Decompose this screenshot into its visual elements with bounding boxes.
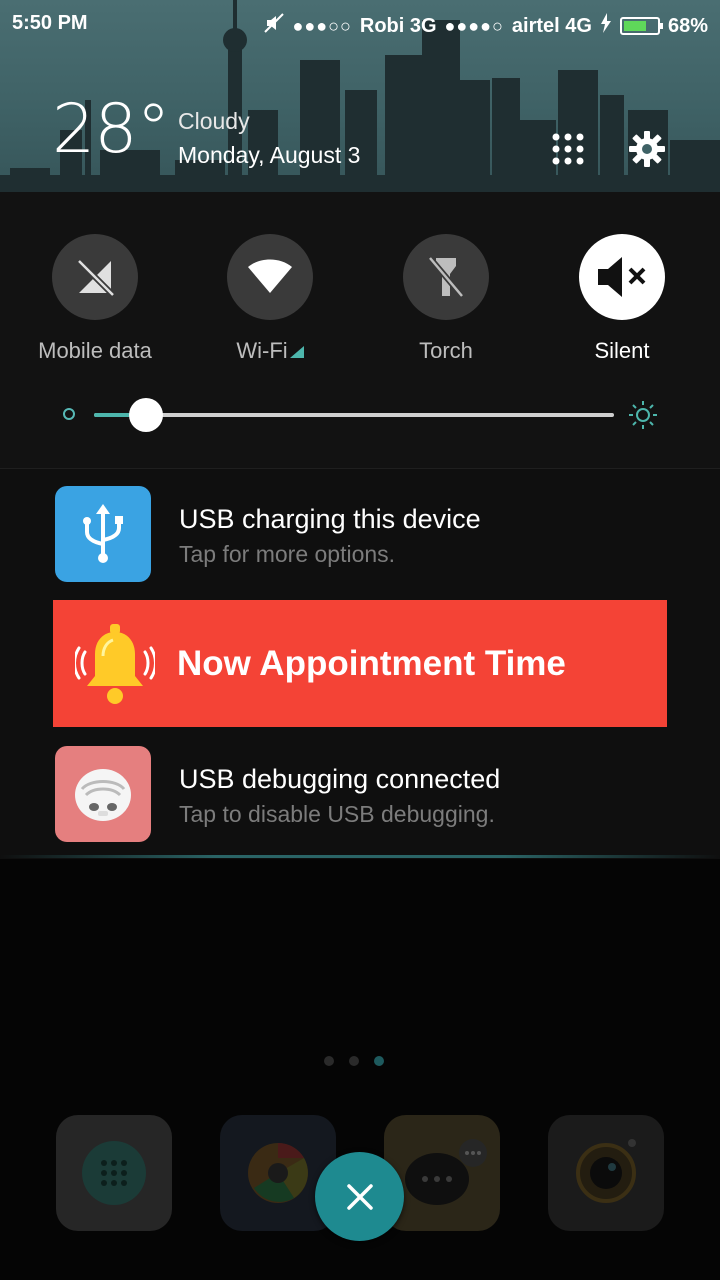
notification-list: USB charging this device Tap for more op… <box>0 468 720 859</box>
temperature: 28° <box>52 90 171 169</box>
battery-icon <box>619 17 663 35</box>
notification-title: USB debugging connected <box>179 764 501 794</box>
tile-wifi[interactable]: Wi-Fi <box>182 234 358 374</box>
tile-label: Wi-Fi <box>236 338 288 363</box>
date-label: Monday, August 3 <box>178 142 361 168</box>
usb-app-icon <box>55 486 151 582</box>
dock-camera[interactable] <box>548 1115 664 1231</box>
notification-subtitle: Tap to disable USB debugging. <box>179 801 495 827</box>
tile-silent[interactable]: Silent <box>534 234 710 374</box>
brightness-low-icon <box>63 408 75 420</box>
messages-icon <box>405 1139 487 1205</box>
ringing-bell-icon <box>75 624 155 704</box>
notification-usb-charging[interactable]: USB charging this device Tap for more op… <box>0 485 720 595</box>
signal1-icon: ●●●○○ <box>292 15 352 36</box>
brightness-track[interactable] <box>94 413 614 417</box>
page-dot-current <box>374 1056 384 1066</box>
panel-bottom-edge <box>0 855 720 858</box>
brightness-slider[interactable] <box>0 392 720 432</box>
charging-icon <box>600 13 612 39</box>
clear-all-button[interactable] <box>315 1152 404 1241</box>
mobile-data-off-icon <box>76 258 116 298</box>
toggle-grid-icon[interactable] <box>551 132 585 166</box>
notification-header: 5:50 PM ●●●○○ Robi 3G ●●●●○ airtel 4G 68… <box>0 0 720 192</box>
tile-torch[interactable]: Torch <box>358 234 534 374</box>
tile-label: Mobile data <box>38 338 152 363</box>
silent-icon <box>598 257 646 297</box>
quick-settings-panel: Mobile data Wi-Fi Torch Silent <box>0 192 720 468</box>
page-dot <box>349 1056 359 1066</box>
carrier2-label: airtel 4G <box>511 14 592 37</box>
torch-off-icon <box>427 256 465 298</box>
dock-messages[interactable] <box>384 1115 500 1231</box>
browser-icon <box>248 1143 308 1203</box>
page-dot <box>324 1056 334 1066</box>
page-indicator <box>324 1053 404 1067</box>
notification-title: USB charging this device <box>179 504 481 534</box>
dialer-icon <box>82 1141 146 1205</box>
tile-mobile-data[interactable]: Mobile data <box>7 234 183 374</box>
camera-icon <box>576 1139 636 1203</box>
notification-subtitle: Tap for more options. <box>179 541 396 567</box>
dock-dialer[interactable] <box>56 1115 172 1231</box>
usb-icon <box>83 504 123 563</box>
expand-arrow-icon <box>289 346 304 358</box>
wifi-icon <box>248 259 292 293</box>
tile-label: Torch <box>419 338 473 363</box>
mute-icon <box>263 12 285 40</box>
carrier1-label: Robi 3G <box>359 14 437 37</box>
brightness-high-icon <box>629 401 657 429</box>
weather-condition: Cloudy <box>178 108 250 134</box>
signal2-icon: ●●●●○ <box>444 15 504 36</box>
battery-percent: 68% <box>667 14 708 37</box>
brightness-thumb[interactable] <box>129 398 163 432</box>
close-icon <box>346 1183 373 1210</box>
settings-gear-icon[interactable] <box>626 128 668 170</box>
debug-bot-icon <box>75 769 131 821</box>
status-time: 5:50 PM <box>12 12 88 34</box>
status-bar: 5:50 PM ●●●○○ Robi 3G ●●●●○ airtel 4G 68… <box>0 0 720 50</box>
appointment-alert-banner[interactable]: Now Appointment Time <box>53 600 667 727</box>
notification-usb-debugging[interactable]: USB debugging connected Tap to disable U… <box>0 745 720 855</box>
debug-app-icon <box>55 746 151 842</box>
tile-label: Silent <box>594 338 650 363</box>
alert-text: Now Appointment Time <box>177 644 566 683</box>
